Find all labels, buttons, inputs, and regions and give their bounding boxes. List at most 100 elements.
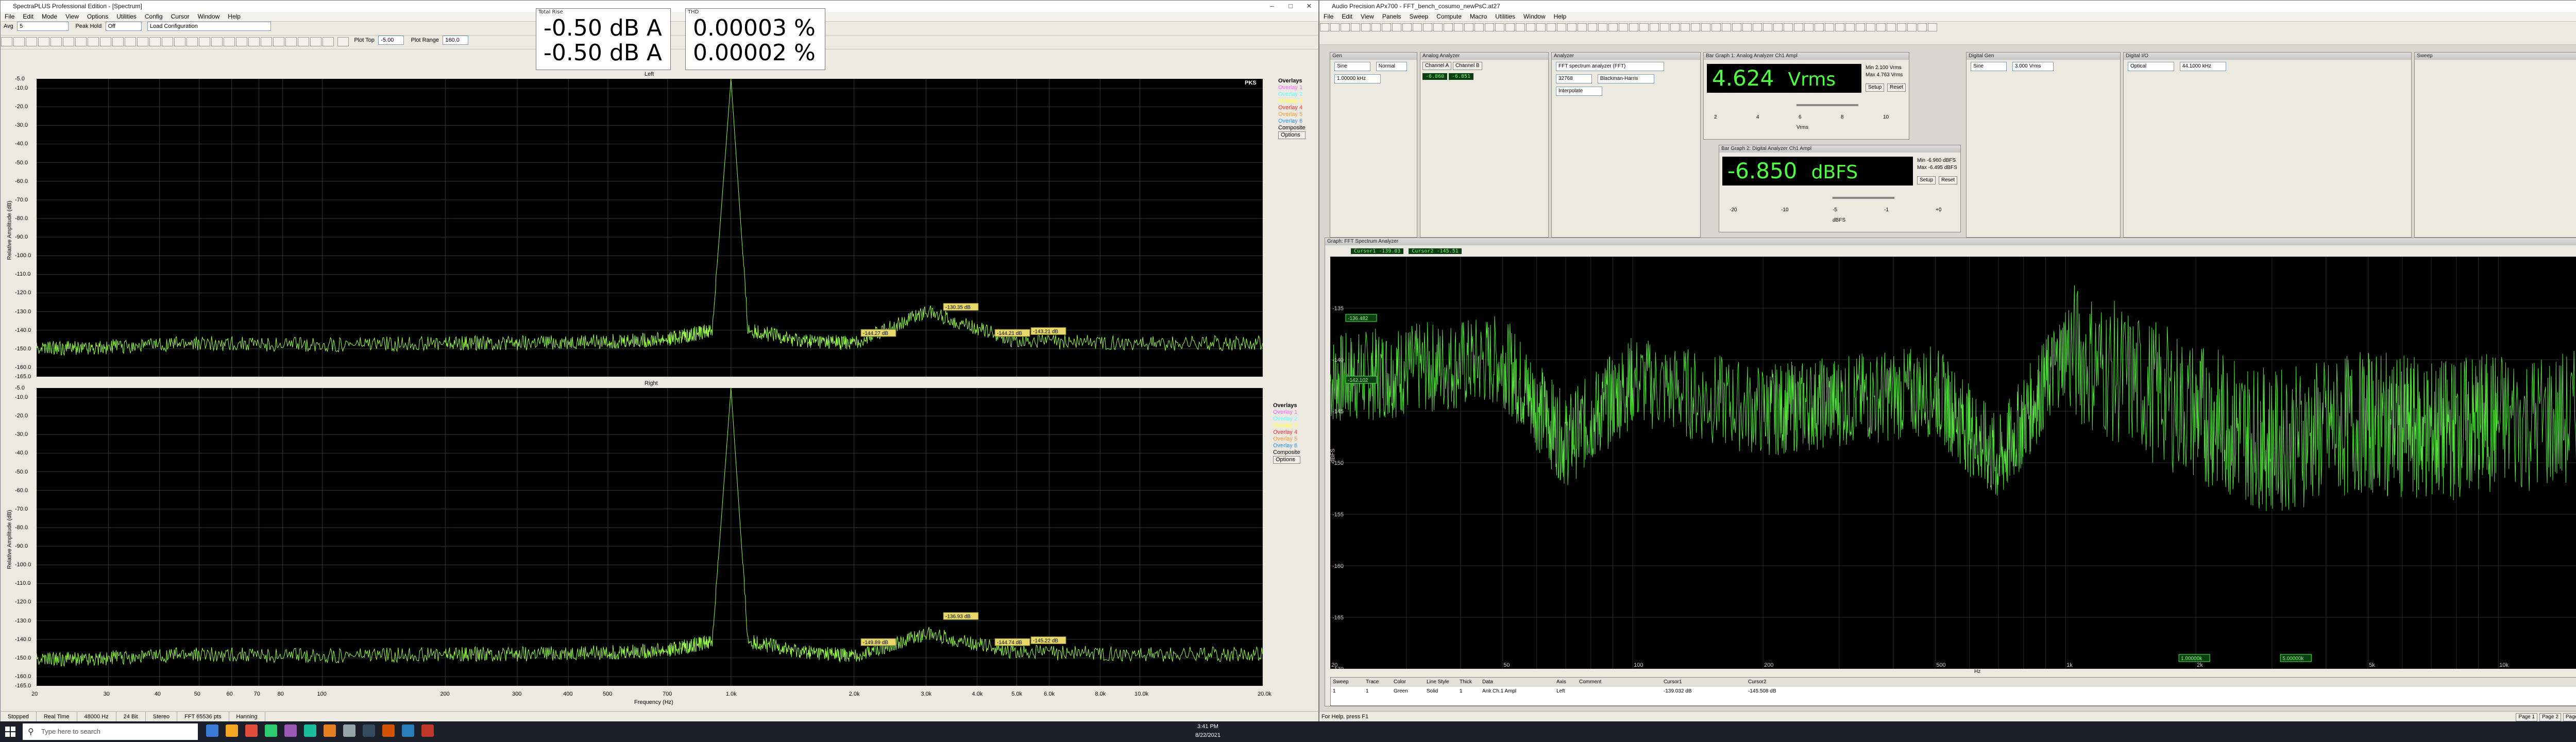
ap-toolbar-button[interactable] — [1567, 23, 1577, 31]
config-select[interactable]: Load Configuration — [147, 22, 271, 31]
ap-toolbar-button[interactable] — [1866, 23, 1875, 31]
toolbar-button[interactable] — [187, 37, 198, 46]
toolbar-button[interactable] — [149, 37, 161, 46]
ap-toolbar-button[interactable] — [1444, 23, 1453, 31]
toolbar-button[interactable] — [261, 37, 272, 46]
peak-hold-select[interactable]: Off — [105, 22, 142, 31]
overlay-item[interactable]: Composite — [1278, 125, 1306, 131]
taskbar-app-icon[interactable] — [343, 724, 355, 737]
ap-toolbar-button[interactable] — [1505, 23, 1515, 31]
overlay-item[interactable]: Overlay 2 — [1273, 416, 1300, 423]
taskbar-app-icon[interactable] — [265, 724, 277, 737]
overlay-item[interactable]: Overlay 2 — [1278, 91, 1306, 98]
toolbar-button[interactable] — [75, 37, 87, 46]
toolbar-button[interactable] — [337, 37, 349, 46]
bar-graph-1-reset-button[interactable]: Reset — [1887, 83, 1906, 92]
ap-toolbar-button[interactable] — [1742, 23, 1752, 31]
ap-toolbar-button[interactable] — [1619, 23, 1628, 31]
taskbar-clock[interactable]: 3:41 PM 8/22/2021 — [1195, 722, 1221, 740]
ap-toolbar-button[interactable] — [1876, 23, 1886, 31]
toolbar-button[interactable] — [125, 37, 136, 46]
ap-toolbar-button[interactable] — [1433, 23, 1443, 31]
ap-toolbar-button[interactable] — [1402, 23, 1412, 31]
ap-toolbar-button[interactable] — [1763, 23, 1772, 31]
taskbar-app-icon[interactable] — [206, 724, 218, 737]
ap-toolbar-button[interactable] — [1701, 23, 1710, 31]
options-button[interactable]: Options — [1278, 131, 1306, 139]
ap-toolbar-button[interactable] — [1918, 23, 1927, 31]
overlay-item[interactable]: Overlay 4 — [1273, 429, 1300, 436]
ap-menu-utilities[interactable]: Utilities — [1491, 13, 1519, 20]
ap-toolbar-button[interactable] — [1887, 23, 1896, 31]
ap-toolbar-button[interactable] — [1557, 23, 1566, 31]
toolbar-button[interactable] — [323, 37, 334, 46]
ap-toolbar-button[interactable] — [1330, 23, 1340, 31]
ap-toolbar-button[interactable] — [1547, 23, 1556, 31]
ap-toolbar-button[interactable] — [1856, 23, 1865, 31]
ap-toolbar-button[interactable] — [1732, 23, 1741, 31]
ap-toolbar-button[interactable] — [1650, 23, 1659, 31]
ap-toolbar-button[interactable] — [1392, 23, 1401, 31]
digital-gen-ampl[interactable]: 3.000 Vrms — [2012, 62, 2054, 71]
ap-toolbar-button[interactable] — [1825, 23, 1834, 31]
digital-output-connector[interactable]: Optical — [2128, 62, 2174, 71]
overlay-item[interactable]: Overlay 1 — [1278, 85, 1306, 91]
sample-rate-select[interactable]: 44.1000 kHz — [2179, 62, 2226, 71]
ap-toolbar-button[interactable] — [1516, 23, 1525, 31]
page-tab[interactable]: Page 2 — [2539, 713, 2561, 721]
start-button[interactable] — [4, 726, 16, 738]
right-spectrum-plot[interactable]: -149.89 dB -136.93 dB -144.74 dB -145.22 dB — [37, 388, 1263, 686]
toolbar-button[interactable] — [174, 37, 185, 46]
fft-window-select[interactable]: Blackman-Harris — [1597, 74, 1654, 83]
toolbar-button[interactable] — [298, 37, 309, 46]
fft-length-select[interactable]: 32768 — [1556, 74, 1592, 83]
toolbar-button[interactable] — [199, 37, 210, 46]
menu-window[interactable]: Window — [194, 13, 224, 20]
toolbar-button[interactable] — [162, 37, 173, 46]
ap-toolbar-button[interactable] — [1784, 23, 1793, 31]
menu-config[interactable]: Config — [141, 13, 167, 20]
ap-menu-macro[interactable]: Macro — [1466, 13, 1491, 20]
channel-a-label[interactable]: Channel A — [1422, 62, 1452, 70]
page-tab[interactable]: Page 1 — [2516, 713, 2538, 721]
toolbar-button[interactable] — [236, 37, 247, 46]
ap-toolbar-button[interactable] — [1670, 23, 1680, 31]
ap-toolbar-button[interactable] — [1722, 23, 1731, 31]
toolbar-button[interactable] — [248, 37, 260, 46]
taskbar-app-icon[interactable] — [245, 724, 258, 737]
toolbar-button[interactable] — [310, 37, 321, 46]
ap-toolbar-button[interactable] — [1773, 23, 1783, 31]
overlay-item[interactable]: Overlay 1 — [1273, 409, 1300, 416]
ap-toolbar-button[interactable] — [1578, 23, 1587, 31]
avg-select[interactable]: 5 — [17, 22, 69, 31]
left-spectrum-plot[interactable]: -144.27 dB -130.35 dB -144.21 dB -143.21 dB — [37, 79, 1263, 377]
menu-mode[interactable]: Mode — [38, 13, 61, 20]
ap-toolbar-button[interactable] — [1845, 23, 1855, 31]
toolbar-button[interactable] — [285, 37, 297, 46]
toolbar-button[interactable] — [26, 37, 37, 46]
toolbar-button[interactable] — [224, 37, 235, 46]
bar-graph-1-slider[interactable] — [1797, 104, 1858, 106]
toolbar-button[interactable] — [63, 37, 74, 46]
ap-toolbar-button[interactable] — [1907, 23, 1917, 31]
toolbar-button[interactable] — [88, 37, 99, 46]
ap-toolbar-button[interactable] — [1794, 23, 1803, 31]
ap-toolbar-button[interactable] — [1423, 23, 1432, 31]
ap-menu-edit[interactable]: Edit — [1337, 13, 1357, 20]
ap-toolbar-button[interactable] — [1371, 23, 1381, 31]
ap-menu-help[interactable]: Help — [1550, 13, 1571, 20]
menu-help[interactable]: Help — [224, 13, 245, 20]
ap-toolbar-button[interactable] — [1526, 23, 1535, 31]
overlay-item[interactable]: Overlay 6 — [1273, 443, 1300, 449]
taskbar-app-icon[interactable] — [284, 724, 297, 737]
taskbar-app-icon[interactable] — [226, 724, 238, 737]
ap-toolbar-button[interactable] — [1495, 23, 1504, 31]
ap-toolbar-button[interactable] — [1660, 23, 1669, 31]
toolbar-button[interactable] — [112, 37, 124, 46]
ap-toolbar-button[interactable] — [1320, 23, 1329, 31]
ap-toolbar-button[interactable] — [1454, 23, 1463, 31]
menu-utilities[interactable]: Utilities — [112, 13, 141, 20]
bar-graph-2-slider[interactable] — [1833, 197, 1894, 199]
taskbar-search[interactable]: ⚲ Type here to search — [23, 723, 198, 740]
ap-toolbar-button[interactable] — [1382, 23, 1391, 31]
